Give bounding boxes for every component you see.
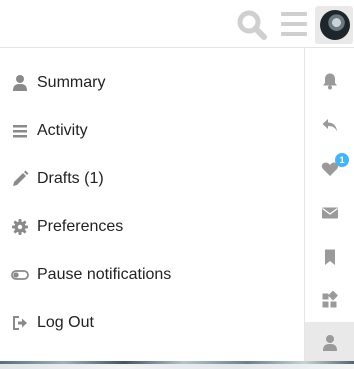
user-menu: Summary Activity Drafts (1) Preferences … (0, 48, 304, 361)
pencil-icon (11, 170, 29, 188)
gear-icon (11, 218, 29, 236)
user-icon (323, 335, 337, 351)
tab-replies[interactable] (305, 104, 354, 146)
reply-icon (322, 119, 337, 132)
menu-item-label: Summary (37, 74, 106, 91)
menu-item-preferences[interactable]: Preferences (0, 205, 304, 249)
user-menu-button[interactable] (315, 6, 353, 44)
tab-profile[interactable] (305, 322, 354, 364)
menu-item-pause-notifications[interactable]: Pause notifications (0, 253, 304, 297)
menu-item-activity[interactable]: Activity (0, 109, 304, 153)
notification-badge: 1 (335, 153, 349, 167)
tab-bookmarks[interactable] (305, 236, 354, 278)
tab-chat[interactable] (305, 279, 354, 321)
menu-item-summary[interactable]: Summary (0, 61, 304, 105)
user-menu-panel: Summary Activity Drafts (1) Preferences … (0, 48, 354, 364)
quick-access-tabs: 1 (304, 48, 354, 364)
toggle-icon (11, 266, 29, 284)
menu-item-log-out[interactable]: Log Out (0, 301, 304, 345)
tab-likes[interactable]: 1 (305, 148, 354, 190)
bookmark-icon (325, 249, 335, 265)
menu-item-label: Drafts (1) (37, 170, 104, 187)
menu-item-label: Preferences (37, 218, 124, 235)
list-icon (11, 122, 29, 140)
hamburger-icon[interactable] (280, 11, 308, 37)
tab-messages[interactable] (305, 192, 354, 234)
avatar (320, 10, 350, 40)
search-icon[interactable] (236, 9, 268, 41)
menu-item-label: Log Out (37, 314, 94, 331)
site-header (0, 0, 354, 48)
menu-item-label: Activity (37, 122, 88, 139)
menu-item-label: Pause notifications (37, 266, 172, 283)
sign-out-icon (11, 314, 29, 332)
menu-item-drafts[interactable]: Drafts (1) (0, 157, 304, 201)
bell-icon (323, 73, 337, 90)
chat-tiles-icon (322, 291, 338, 308)
envelope-icon (322, 207, 338, 219)
page-background-lower (0, 364, 354, 369)
user-icon (11, 74, 29, 92)
tab-notifications[interactable] (305, 60, 354, 102)
